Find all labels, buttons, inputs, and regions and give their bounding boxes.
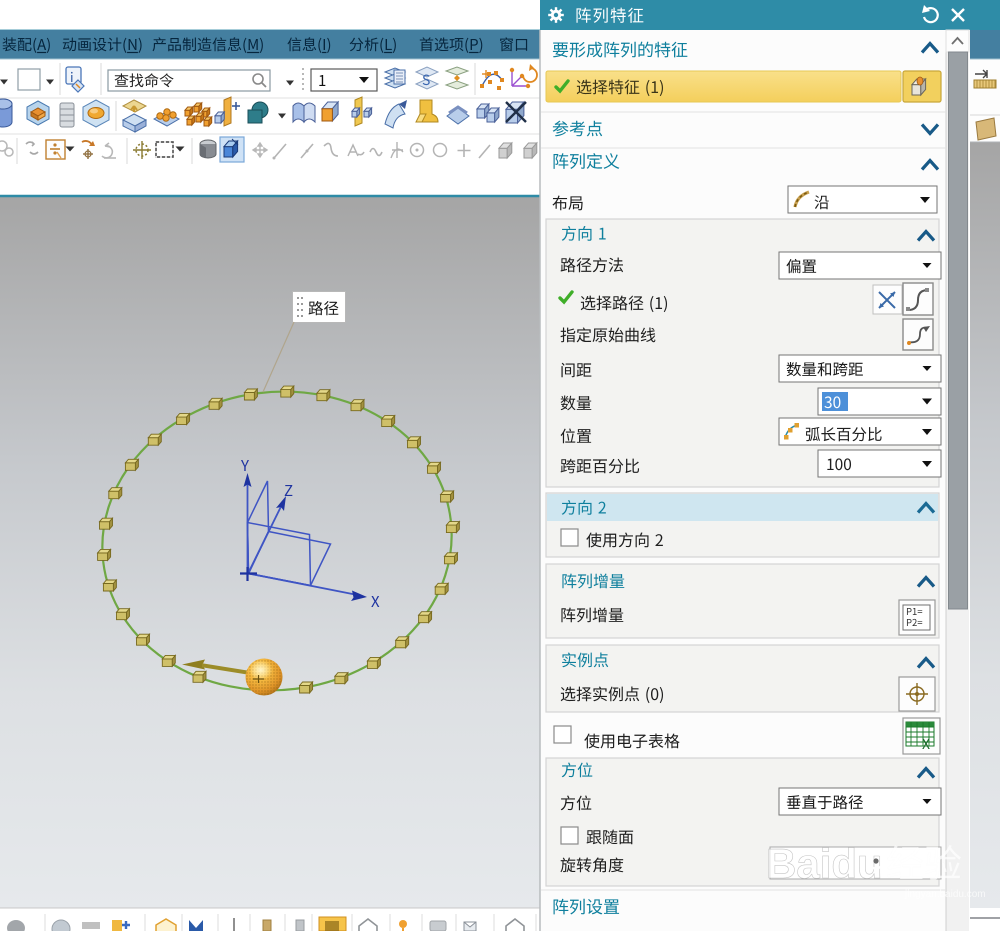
svg-text:Baidu: Baidu: [766, 840, 883, 887]
svg-text:jingyan.baidu.com: jingyan.baidu.com: [904, 889, 986, 900]
